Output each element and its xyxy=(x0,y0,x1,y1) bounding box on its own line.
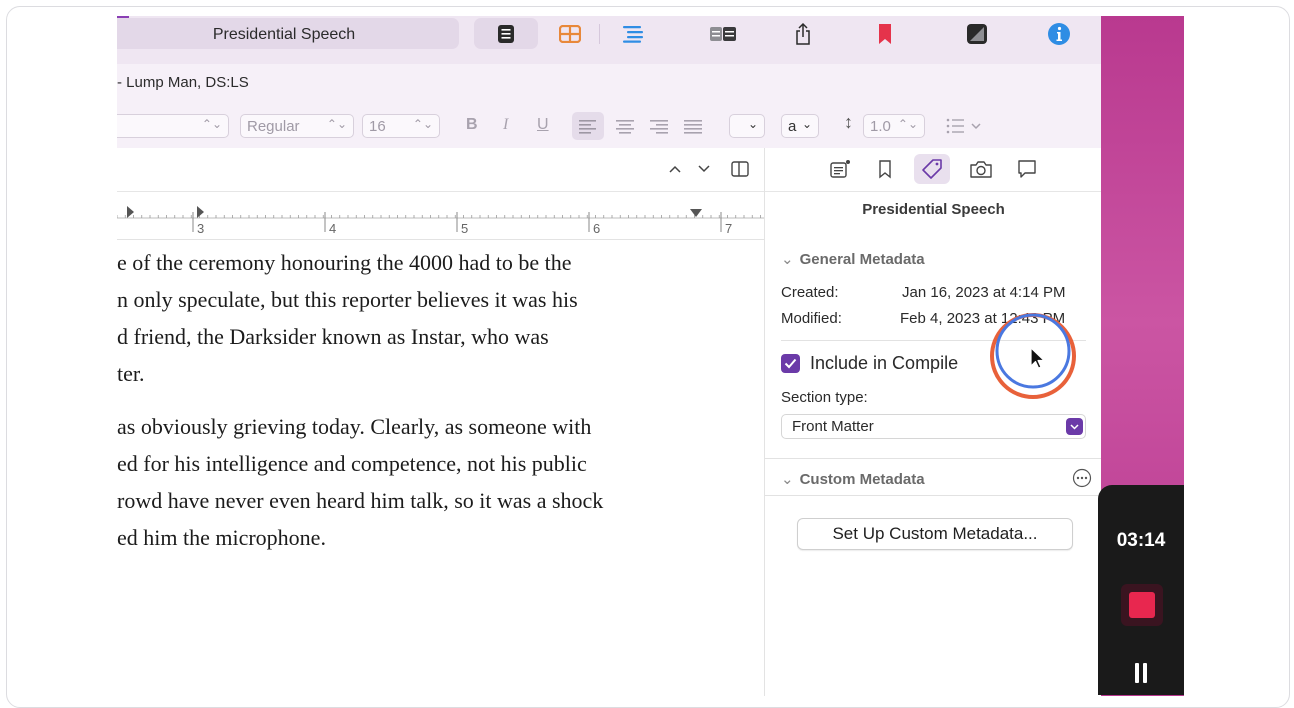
split-view-icon[interactable] xyxy=(731,161,749,182)
corkboard-icon[interactable] xyxy=(552,18,588,49)
ruler-number: 7 xyxy=(725,221,732,236)
ruler-tab-stop[interactable] xyxy=(197,206,204,218)
highlight-color-select[interactable]: ⌄ xyxy=(729,114,765,138)
general-metadata-header[interactable]: ⌄ General Metadata xyxy=(781,250,925,268)
align-right-button[interactable] xyxy=(645,112,673,140)
inspector-panel: Presidential Speech ⌄ General Metadata Cr… xyxy=(764,148,1101,696)
stop-recording-button[interactable] xyxy=(1121,584,1163,626)
created-label: Created: xyxy=(781,284,839,301)
line-spacing-select[interactable]: 1.0 ⌃⌄ xyxy=(863,114,925,138)
font-style-select[interactable]: Regular ⌃⌄ xyxy=(240,114,354,138)
ruler-tab-stop[interactable] xyxy=(690,209,702,217)
editor-header-bar xyxy=(117,148,765,192)
recording-timer: 03:14 xyxy=(1116,530,1166,551)
line-spacing-icon: ↕ xyxy=(844,112,853,132)
mouse-cursor-icon xyxy=(1030,347,1045,369)
toolbar-divider xyxy=(598,18,600,49)
chevron-down-icon: ⌄ xyxy=(747,117,758,131)
underline-button[interactable]: U xyxy=(537,116,549,134)
include-in-compile-label[interactable]: Include in Compile xyxy=(810,353,958,374)
ruler-number: 6 xyxy=(593,221,600,236)
chevron-down-icon: ⌄ xyxy=(781,251,794,268)
ruler-ticks: 3 4 5 6 7 xyxy=(117,206,765,236)
ruler-tab-stop[interactable] xyxy=(127,206,134,218)
inspector-document-title: Presidential Speech xyxy=(862,201,1005,218)
editor-text-area[interactable]: e of the ceremony honouring the 4000 had… xyxy=(117,244,765,556)
section-type-select[interactable]: Front Matter xyxy=(781,414,1086,439)
inspector-tabs xyxy=(765,148,1101,192)
ruler-number: 5 xyxy=(461,221,468,236)
editor-text-line: ter. xyxy=(117,361,145,386)
main-toolbar: Presidential Speech xyxy=(117,16,1101,64)
section-type-value: Front Matter xyxy=(792,418,874,435)
italic-button[interactable]: I xyxy=(503,116,508,134)
editor-text-line: rowd have never even heard him talk, so … xyxy=(117,488,604,513)
editor-text-line: e of the ceremony honouring the 4000 had… xyxy=(117,250,572,275)
chevron-down-icon xyxy=(1066,418,1083,435)
outline-icon[interactable] xyxy=(615,18,651,49)
text-color-select[interactable]: a ⌄ xyxy=(781,114,819,138)
format-bar: ⌃⌄ Regular ⌃⌄ 16 ⌃⌄ B I U ⌄ a ⌄ ↕ 1.0 ⌃⌄ xyxy=(117,104,1101,149)
setup-custom-metadata-button[interactable]: Set Up Custom Metadata... xyxy=(797,518,1073,550)
text-color-label: a xyxy=(788,117,797,135)
document-title: Presidential Speech xyxy=(212,26,356,43)
font-style-value: Regular xyxy=(247,117,300,135)
scrivener-window: Presidential Speech - Lump Man, DS:LS ⌃⌄… xyxy=(117,16,1101,696)
pause-icon[interactable] xyxy=(1133,663,1149,683)
ruler: 3 4 5 6 7 xyxy=(117,191,765,240)
bold-button[interactable]: B xyxy=(466,116,478,134)
chevron-down-icon: ⌄ xyxy=(801,117,812,131)
line-spacing-value: 1.0 xyxy=(870,117,891,135)
composition-mode-icon[interactable] xyxy=(474,18,538,49)
editor-text-line: ed for his intelligence and competence, … xyxy=(117,451,587,476)
info-icon[interactable] xyxy=(1041,18,1077,49)
ruler-number: 4 xyxy=(329,221,336,236)
screen-recorder-panel: 03:14 xyxy=(1098,485,1184,695)
section-type-label: Section type: xyxy=(781,389,868,406)
bookmarks-tab-icon[interactable] xyxy=(867,154,903,184)
more-options-icon[interactable] xyxy=(1072,468,1092,493)
binder-path-bar: - Lump Man, DS:LS xyxy=(117,64,1101,105)
share-icon[interactable] xyxy=(785,18,821,49)
created-value: Jan 16, 2023 at 4:14 PM xyxy=(902,284,1066,301)
compile-icon[interactable] xyxy=(705,18,741,49)
ruler-number: 3 xyxy=(197,221,204,236)
editor-text-line: ed him the microphone. xyxy=(117,525,326,550)
stop-icon xyxy=(1129,592,1155,618)
chevron-updown-icon: ⌃⌄ xyxy=(326,117,347,131)
divider xyxy=(765,495,1101,496)
editor-text-line: n only speculate, but this reporter beli… xyxy=(117,287,578,312)
chevron-updown-icon: ⌃⌄ xyxy=(201,117,222,131)
editor-text-line: as obviously grieving today. Clearly, as… xyxy=(117,414,592,439)
align-left-button[interactable] xyxy=(572,112,604,140)
chevron-up-icon[interactable] xyxy=(668,162,682,180)
checkmark-icon xyxy=(784,358,797,369)
general-metadata-label: General Metadata xyxy=(799,251,925,268)
notes-tab-icon[interactable] xyxy=(822,154,858,184)
chevron-down-icon[interactable] xyxy=(697,162,711,180)
divider xyxy=(765,458,1101,459)
document-title-box[interactable]: Presidential Speech xyxy=(117,18,459,49)
chevron-down-icon: ⌄ xyxy=(781,471,794,488)
font-size-value: 16 xyxy=(369,117,386,135)
custom-metadata-label: Custom Metadata xyxy=(799,471,925,488)
custom-metadata-header[interactable]: ⌄ Custom Metadata xyxy=(781,470,925,488)
modified-label: Modified: xyxy=(781,310,842,327)
chevron-updown-icon: ⌃⌄ xyxy=(412,117,433,131)
list-format-icon[interactable] xyxy=(945,116,985,140)
font-size-select[interactable]: 16 ⌃⌄ xyxy=(362,114,440,138)
align-center-button[interactable] xyxy=(611,112,639,140)
justify-button[interactable] xyxy=(679,112,707,140)
font-family-select[interactable]: ⌃⌄ xyxy=(117,114,229,138)
quick-reference-icon[interactable] xyxy=(959,18,995,49)
include-in-compile-checkbox[interactable] xyxy=(781,354,800,373)
bookmark-icon[interactable] xyxy=(867,18,903,49)
metadata-tab-icon[interactable] xyxy=(914,154,950,184)
snapshots-tab-icon[interactable] xyxy=(963,154,999,184)
chevron-updown-icon: ⌃⌄ xyxy=(897,117,918,131)
project-subtitle: - Lump Man, DS:LS xyxy=(117,74,249,91)
editor-text-line: d friend, the Darksider known as Instar,… xyxy=(117,324,549,349)
comments-tab-icon[interactable] xyxy=(1009,154,1045,184)
